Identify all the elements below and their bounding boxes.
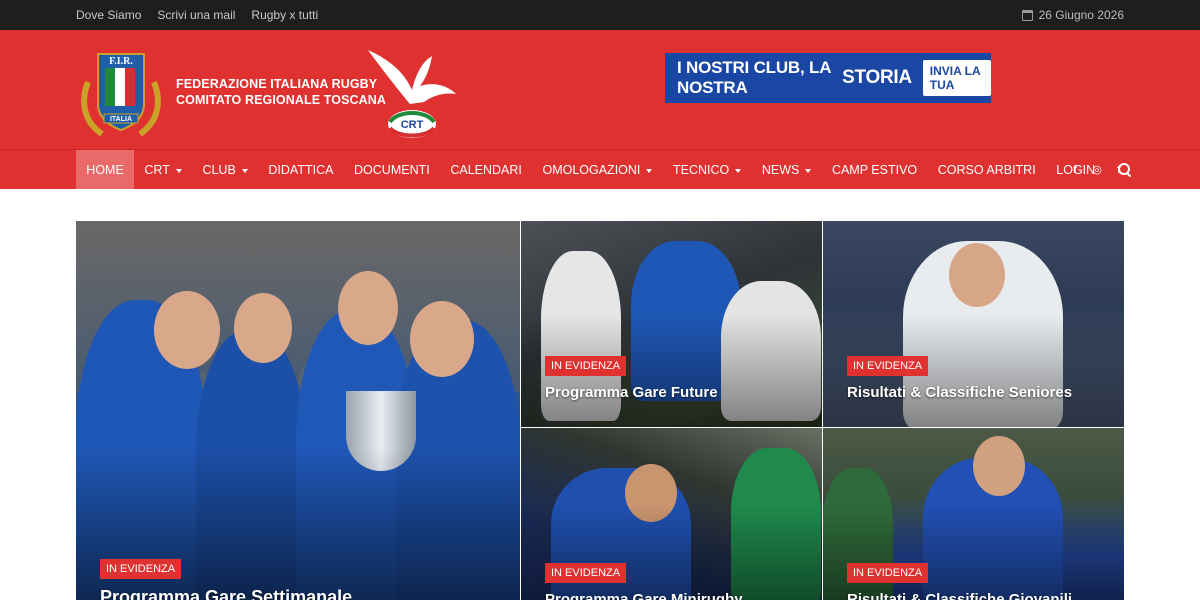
featured-card-programma-future[interactable]: IN EVIDENZA Programma Gare Future <box>521 221 822 427</box>
nav-label: CORSO ARBITRI <box>937 162 1036 177</box>
chevron-down-icon <box>241 168 248 173</box>
category-badge[interactable]: IN EVIDENZA <box>545 563 627 583</box>
nav-item-crt[interactable]: CRT <box>134 150 192 189</box>
chevron-down-icon <box>735 168 742 173</box>
nav-label: CRT <box>144 162 170 177</box>
player-head <box>234 293 292 363</box>
category-badge[interactable]: IN EVIDENZA <box>100 559 182 579</box>
article-title[interactable]: Programma Gare Settimanale <box>100 587 352 600</box>
banner-text: I NOSTRI CLUB, LA NOSTRA <box>677 58 831 97</box>
top-link-rugby-x-tutti[interactable]: Rugby x tutti <box>251 8 318 22</box>
date-text: 26 Giugno 2026 <box>1038 8 1124 22</box>
nav-item-didattica[interactable]: DIDATTICA <box>258 150 344 189</box>
storia-banner[interactable]: I NOSTRI CLUB, LA NOSTRA STORIA INVIA LA… <box>665 53 991 103</box>
photo-shade <box>521 505 822 600</box>
federation-line-2: COMITATO REGIONALE TOSCANA <box>176 93 387 107</box>
nav-label: CLUB <box>202 162 236 177</box>
nav-item-news[interactable]: NEWS <box>752 150 822 189</box>
fir-logo-caption: ITALIA <box>110 116 132 123</box>
player-head <box>949 243 1005 307</box>
nav-label: CAMP ESTIVO <box>831 162 918 177</box>
crt-logo-text: CRT <box>401 119 424 131</box>
nav-label: CALENDARI <box>450 162 522 177</box>
player-head <box>154 291 220 369</box>
chevron-down-icon <box>805 168 812 173</box>
nav-label: NEWS <box>761 162 800 177</box>
player-head <box>338 271 398 345</box>
featured-card-risultati-giovanili[interactable]: IN EVIDENZA Risultati & Classifiche Giov… <box>823 428 1124 600</box>
nav-label: DIDATTICA <box>268 162 334 177</box>
federation-name: FEDERAZIONE ITALIANA RUGBY COMITATO REGI… <box>176 76 386 108</box>
featured-card-risultati-seniores[interactable]: IN EVIDENZA Risultati & Classifiche Seni… <box>823 221 1124 427</box>
top-links: Dove Siamo Scrivi una mail Rugby x tutti <box>76 0 334 30</box>
article-title[interactable]: Risultati & Classifiche Seniores <box>847 384 1072 401</box>
instagram-icon[interactable]: ◎ <box>1092 163 1102 176</box>
article-title[interactable]: Programma Gare Future <box>545 384 718 401</box>
nav-label: DOCUMENTI <box>354 162 430 177</box>
banner-text-highlight: STORIA <box>842 67 912 88</box>
article-title[interactable]: Risultati & Classifiche Giovanili <box>847 591 1072 600</box>
social-links: f ◎ t <box>1070 150 1124 189</box>
featured-card-programma-settimanale[interactable]: IN EVIDENZA Programma Gare Settimanale <box>76 221 520 600</box>
article-title[interactable]: Programma Gare Minirugby <box>545 591 743 600</box>
photo-shade <box>823 505 1124 600</box>
nav-items: HOME CRT CLUB DIDATTICA DOCUMENTI CALEND… <box>76 150 1133 189</box>
site-header: F.I.R. ITALIA FEDERAZIONE ITALIANA RUGBY… <box>0 30 1200 149</box>
nav-item-camp-estivo[interactable]: CAMP ESTIVO <box>822 150 928 189</box>
calendar-icon <box>1021 9 1033 21</box>
category-badge[interactable]: IN EVIDENZA <box>847 356 929 376</box>
main-nav: HOME CRT CLUB DIDATTICA DOCUMENTI CALEND… <box>0 149 1200 189</box>
category-badge[interactable]: IN EVIDENZA <box>545 356 627 376</box>
top-link-dove-siamo[interactable]: Dove Siamo <box>76 8 141 22</box>
nav-item-corso-arbitri[interactable]: CORSO ARBITRI <box>927 150 1046 189</box>
category-badge[interactable]: IN EVIDENZA <box>847 563 929 583</box>
banner-button[interactable]: INVIA LA TUA <box>922 60 991 96</box>
federation-line-1: FEDERAZIONE ITALIANA RUGBY <box>176 77 378 91</box>
fir-logo-text: F.I.R. <box>109 56 133 67</box>
nav-item-tecnico[interactable]: TECNICO <box>663 150 752 189</box>
facebook-icon[interactable]: f <box>1070 164 1080 176</box>
player-head <box>973 436 1025 496</box>
top-link-scrivi-mail[interactable]: Scrivi una mail <box>157 8 235 22</box>
current-date: 26 Giugno 2026 <box>1021 0 1124 30</box>
nav-label: TECNICO <box>673 162 730 177</box>
nav-item-club[interactable]: CLUB <box>192 150 258 189</box>
nav-item-home[interactable]: HOME <box>76 150 135 189</box>
featured-card-programma-minirugby[interactable]: IN EVIDENZA Programma Gare Minirugby <box>521 428 822 600</box>
player-head <box>410 301 474 377</box>
fir-logo[interactable]: F.I.R. ITALIA <box>78 42 164 138</box>
top-bar: Dove Siamo Scrivi una mail Rugby x tutti… <box>0 0 1200 30</box>
chevron-down-icon <box>175 168 182 173</box>
nav-label: OMOLOGAZIONI <box>542 162 641 177</box>
nav-item-documenti[interactable]: DOCUMENTI <box>344 150 440 189</box>
twitter-icon[interactable]: t <box>1114 164 1124 176</box>
nav-item-omologazioni[interactable]: OMOLOGAZIONI <box>532 150 663 189</box>
nav-label: HOME <box>86 162 124 177</box>
nav-item-calendari[interactable]: CALENDARI <box>440 150 532 189</box>
chevron-down-icon <box>646 168 653 173</box>
crt-logo[interactable]: CRT <box>360 38 464 142</box>
